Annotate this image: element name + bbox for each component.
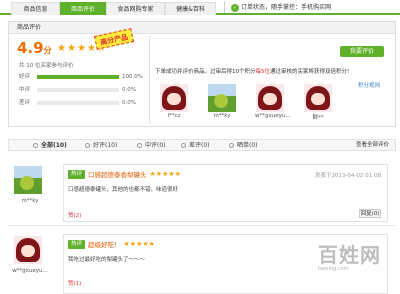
write-review-button[interactable]: 我要评价 — [340, 46, 384, 57]
rating-bar — [37, 75, 119, 79]
filter-label: 差评(0) — [189, 142, 210, 149]
filter-label: 全部(10) — [41, 142, 67, 149]
tab-health-wiki[interactable]: 健康&百科 — [165, 2, 216, 15]
reviewer-avatars: l**cz m**ky w**gxueyu... 群** — [159, 84, 359, 124]
avatar — [256, 84, 284, 112]
review-heading: 热评 口感超德泰香梨罐头 ★★★★★ — [68, 169, 181, 179]
review-user-name: w**gxueyu... — [12, 268, 48, 274]
filter-neutral[interactable]: 中评(0) — [137, 140, 166, 151]
tab-food-expert[interactable]: 食品网购专家 — [106, 2, 165, 15]
review-time: 发表于2013-04-02 01:08 — [314, 173, 381, 179]
filter-label: 中评(0) — [145, 142, 166, 149]
reviewer-avatar[interactable]: m**ky — [207, 84, 237, 119]
avatar — [304, 84, 332, 112]
rating-percent: 100.0% — [122, 74, 143, 80]
tab-product-info[interactable]: 商品信息 — [11, 2, 60, 15]
radio-icon — [137, 143, 142, 148]
reviewer-name: m**ky — [213, 113, 231, 119]
filter-label: 好评(10) — [93, 142, 118, 149]
reviewer-avatar[interactable]: w**gxueyu... — [255, 84, 291, 119]
buyer-count: 共 10 位买家参与评价 — [19, 63, 74, 69]
top-nav: 商品信息 商品评价 食品网购专家 健康&百科 ✓ 订单状态，随手掌控：手机购买网 — [0, 0, 400, 15]
hot-tag: 热评 — [68, 239, 86, 249]
review-user-name: m**ky — [21, 198, 39, 204]
score-unit: 分 — [43, 46, 52, 55]
watermark-logo: 百姓网 baixing.com — [318, 244, 394, 280]
summary-header: 商品评价 — [9, 22, 395, 34]
avatar[interactable] — [14, 236, 42, 264]
rating-row-good: 好评 100.0% — [19, 73, 144, 81]
hot-tag: 热评 — [68, 169, 86, 179]
review-stars: ★★★★★ — [123, 240, 155, 248]
star-icon: ★ — [77, 43, 86, 54]
rating-label: 差评 — [19, 100, 31, 106]
review-filter-bar: 全部(10) 好评(10) 中评(0) 差评(0) 晒单(0) 查看全部评价 — [8, 139, 396, 151]
filter-bad[interactable]: 差评(0) — [181, 140, 210, 151]
reply-button[interactable]: 回复(0) — [359, 209, 381, 218]
score-value: 4.9 — [17, 39, 44, 57]
nav-divider — [224, 1, 225, 13]
order-status-link[interactable]: ✓ 订单状态，随手掌控：手机购买网 — [231, 3, 331, 13]
reviewer-avatar[interactable]: 群** — [303, 84, 333, 121]
avatar — [160, 84, 188, 112]
filter-all[interactable]: 全部(10) — [33, 140, 67, 151]
promo-prefix: 下单成功并评价商品，过审后得10个积分 — [155, 69, 256, 75]
star-icon: ★ — [57, 43, 66, 54]
phone-icon: ✓ — [231, 3, 239, 12]
rating-percent: 0.0% — [122, 87, 136, 93]
radio-icon — [85, 143, 90, 148]
like-count[interactable]: 赞(1) — [68, 279, 81, 287]
rating-bar — [37, 101, 119, 105]
average-score: 4.9分 — [17, 39, 52, 57]
view-all-reviews-link[interactable]: 查看全部评价 — [356, 140, 389, 151]
review-item: m**ky 热评 口感超德泰香梨罐头 ★★★★★ 发表于2013-04-02 01:… — [8, 158, 396, 226]
points-promo: 下单成功并评价商品，过审后得10个积分每5位通过审核的买家将获得双倍积分! — [155, 69, 395, 76]
rating-bar-fill — [37, 75, 119, 79]
rating-percent: 0.0% — [122, 100, 136, 106]
watermark-text: 百姓网 — [318, 243, 381, 267]
promo-suffix: 通过审核的买家将获得双倍积分! — [270, 69, 350, 75]
radio-icon — [229, 143, 234, 148]
review-text: 口感超德泰罐头，其他的也都不错，味道很好 — [68, 187, 179, 193]
reviewer-name: w**gxueyu... — [255, 113, 291, 119]
review-text: 我吃过最好吃的梨罐头了～～～ — [68, 257, 146, 263]
promo-highlight: 每5位 — [255, 69, 271, 75]
summary-divider — [149, 36, 150, 124]
review-stars: ★★★★★ — [149, 170, 181, 178]
reviewer-name: 群** — [312, 115, 324, 121]
points-rules-link[interactable]: 积分规则 — [358, 81, 380, 89]
filter-photos[interactable]: 晒单(0) — [229, 140, 258, 151]
tab-product-reviews[interactable]: 商品评价 — [60, 2, 106, 15]
like-count[interactable]: 赞(2) — [68, 211, 81, 219]
review-title: 超级好吃！ — [88, 241, 121, 249]
rating-label: 中评 — [19, 87, 31, 93]
reviewer-name: l**cz — [167, 113, 181, 119]
filter-label: 晒单(0) — [237, 142, 258, 149]
review-body: 热评 口感超德泰香梨罐头 ★★★★★ 发表于2013-04-02 01:08 口感超… — [63, 164, 388, 222]
rating-bar — [37, 88, 119, 92]
rating-label: 好评 — [19, 74, 31, 80]
radio-icon — [33, 143, 38, 148]
filter-good[interactable]: 好评(10) — [85, 140, 117, 151]
order-status-text: 订单状态，随手掌控：手机购买网 — [241, 4, 332, 11]
star-icon: ★ — [67, 43, 76, 54]
avatar[interactable] — [14, 166, 42, 194]
reviewer-avatar[interactable]: l**cz — [159, 84, 189, 119]
review-title: 口感超德泰香梨罐头 — [88, 171, 147, 179]
rating-row-neutral: 中评 0.0% — [19, 86, 144, 94]
avatar — [208, 84, 236, 112]
radio-icon — [181, 143, 186, 148]
review-heading: 热评 超级好吃！ ★★★★★ — [68, 239, 155, 249]
rating-row-bad: 差评 0.0% — [19, 99, 144, 107]
review-summary-panel: 商品评价 4.9分 ★★★★★ 高分产品 共 10 位买家参与评价 好评 100… — [8, 21, 396, 127]
